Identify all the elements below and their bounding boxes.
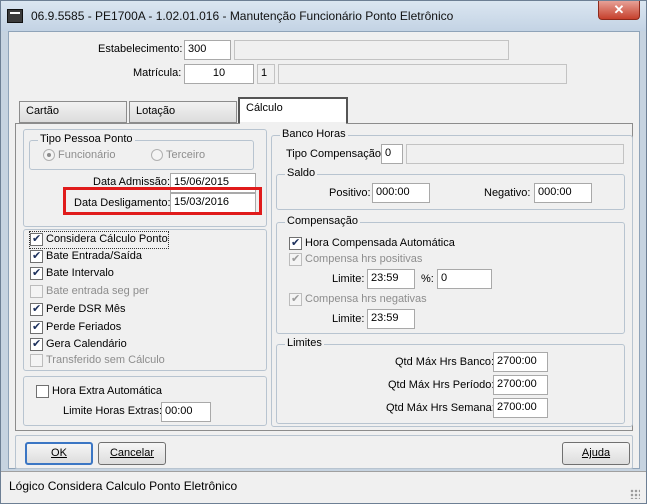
matricula-digit-field: 1	[257, 64, 275, 84]
ajuda-button[interactable]: Ajuda	[562, 442, 630, 465]
limite-negativas-field[interactable]: 23:59	[367, 309, 415, 329]
perde-feriados-checkbox[interactable]: Perde Feriados	[30, 320, 121, 336]
considera-calculo-label: Considera Cálculo Ponto	[46, 233, 168, 245]
considera-calculo-box	[30, 232, 43, 246]
matricula-description-field	[278, 64, 567, 84]
transferido-sem-calculo-box	[30, 353, 43, 367]
estabelecimento-field[interactable]: 300	[184, 40, 231, 60]
estabelecimento-label: Estabelecimento:	[98, 43, 183, 55]
tab-calculo-label: Cálculo	[246, 102, 283, 114]
cancelar-button-label: Cancelar	[109, 447, 155, 459]
saldo-negativo-label: Negativo:	[484, 187, 531, 199]
bate-entrada-seg-per-checkbox[interactable]: Bate entrada seg per	[30, 284, 149, 300]
ajuda-button-label: Ajuda	[581, 447, 611, 459]
tipo-compensacao-field[interactable]: 0	[381, 144, 403, 164]
perde-dsr-mes-label: Perde DSR Mês	[46, 303, 126, 315]
hora-extra-automatica-label: Hora Extra Automática	[52, 385, 163, 397]
tipo-pessoa-title: Tipo Pessoa Ponto	[38, 133, 135, 145]
bate-intervalo-checkbox[interactable]: Bate Intervalo	[30, 266, 114, 282]
qtd-max-semana-label: Qtd Máx Hrs Semana:	[386, 402, 495, 414]
ok-button[interactable]: OK	[25, 442, 93, 465]
gera-calendario-label: Gera Calendário	[46, 338, 127, 350]
active-tab-joint	[240, 122, 346, 125]
qtd-max-periodo-field[interactable]: 2700:00	[493, 375, 548, 395]
title-bar: 06.9.5585 - PE1700A - 1.02.01.016 - Manu…	[1, 1, 646, 31]
hora-compensada-automatica-checkbox[interactable]: Hora Compensada Automática	[289, 236, 455, 252]
qtd-max-periodo-label: Qtd Máx Hrs Período:	[388, 379, 495, 391]
gera-calendario-box	[30, 337, 43, 351]
bate-entrada-seg-per-label: Bate entrada seg per	[46, 285, 149, 297]
percent-label: %:	[421, 273, 434, 285]
bate-intervalo-box	[30, 266, 43, 280]
saldo-positivo-label: Positivo:	[329, 187, 371, 199]
estabelecimento-description-field	[234, 40, 509, 60]
qtd-max-banco-label: Qtd Máx Hrs Banco:	[395, 356, 495, 368]
compensa-hrs-negativas-label: Compensa hrs negativas	[305, 293, 427, 305]
perde-dsr-mes-checkbox[interactable]: Perde DSR Mês	[30, 302, 125, 318]
perde-feriados-label: Perde Feriados	[46, 321, 122, 333]
limite-horas-extras-field[interactable]: 00:00	[161, 402, 211, 422]
hora-extra-automatica-box	[36, 384, 49, 398]
banco-horas-title: Banco Horas	[280, 128, 348, 140]
perde-feriados-box	[30, 320, 43, 334]
radio-terceiro-indicator	[151, 149, 163, 162]
tab-cartao[interactable]: Cartão	[19, 101, 127, 123]
window-title: 06.9.5585 - PE1700A - 1.02.01.016 - Manu…	[31, 9, 454, 23]
radio-terceiro[interactable]: Terceiro	[151, 148, 205, 164]
limite-horas-extras-label: Limite Horas Extras:	[63, 405, 163, 417]
qtd-max-banco-field[interactable]: 2700:00	[493, 352, 548, 372]
saldo-title: Saldo	[285, 167, 318, 179]
compensa-hrs-negativas-checkbox[interactable]: Compensa hrs negativas	[289, 292, 427, 308]
compensa-hrs-positivas-label: Compensa hrs positivas	[305, 253, 423, 265]
bate-entrada-saida-box	[30, 249, 43, 263]
radio-funcionario-indicator	[43, 149, 55, 162]
percent-field[interactable]: 0	[437, 269, 492, 289]
considera-calculo-checkbox[interactable]: Considera Cálculo Ponto	[29, 231, 169, 249]
tab-lotacao[interactable]: Lotação	[129, 101, 237, 123]
highlight-box	[63, 187, 262, 215]
perde-dsr-mes-box	[30, 302, 43, 316]
resize-grip-icon[interactable]	[630, 489, 640, 499]
compensa-hrs-positivas-box	[289, 252, 302, 266]
limite-positivas-field[interactable]: 23:59	[367, 269, 415, 289]
cancelar-button[interactable]: Cancelar	[98, 442, 166, 465]
hora-extra-automatica-checkbox[interactable]: Hora Extra Automática	[36, 384, 162, 400]
saldo-positivo-field[interactable]: 000:00	[372, 183, 430, 203]
tab-lotacao-label: Lotação	[136, 105, 176, 117]
ok-button-label: OK	[51, 447, 67, 459]
hora-compensada-automatica-box	[289, 236, 302, 250]
matricula-label: Matrícula:	[133, 67, 182, 79]
limite-positivas-label: Limite:	[332, 273, 365, 285]
status-text: Lógico Considera Calculo Ponto Eletrônic…	[9, 479, 238, 493]
tipo-compensacao-label: Tipo Compensação:	[286, 148, 385, 160]
close-button[interactable]: ✕	[598, 1, 640, 20]
transferido-sem-calculo-checkbox[interactable]: Transferido sem Cálculo	[30, 353, 165, 369]
bate-entrada-seg-per-box	[30, 284, 43, 298]
bate-entrada-saida-checkbox[interactable]: Bate Entrada/Saída	[30, 249, 142, 265]
limites-title: Limites	[285, 337, 324, 349]
qtd-max-semana-field[interactable]: 2700:00	[493, 398, 548, 418]
window: 06.9.5585 - PE1700A - 1.02.01.016 - Manu…	[0, 0, 647, 504]
tab-cartao-label: Cartão	[26, 105, 60, 117]
radio-funcionario-label: Funcionário	[58, 149, 116, 161]
app-icon	[7, 9, 23, 23]
tab-calculo[interactable]: Cálculo	[238, 97, 348, 123]
bate-entrada-saida-label: Bate Entrada/Saída	[46, 250, 143, 262]
tipo-compensacao-description-field	[406, 144, 624, 164]
radio-funcionario[interactable]: Funcionário	[43, 148, 115, 164]
compensacao-title: Compensação	[285, 215, 360, 227]
transferido-sem-calculo-label: Transferido sem Cálculo	[46, 354, 165, 366]
matricula-field[interactable]: 10	[184, 64, 254, 84]
compensa-hrs-negativas-box	[289, 292, 302, 306]
radio-terceiro-label: Terceiro	[166, 149, 206, 161]
hora-compensada-automatica-label: Hora Compensada Automática	[305, 237, 455, 249]
gera-calendario-checkbox[interactable]: Gera Calendário	[30, 337, 127, 353]
status-bar: Lógico Considera Calculo Ponto Eletrônic…	[1, 471, 646, 503]
saldo-negativo-field[interactable]: 000:00	[534, 183, 592, 203]
limite-negativas-label: Limite:	[332, 313, 365, 325]
compensa-hrs-positivas-checkbox[interactable]: Compensa hrs positivas	[289, 252, 422, 268]
bate-intervalo-label: Bate Intervalo	[46, 267, 114, 279]
